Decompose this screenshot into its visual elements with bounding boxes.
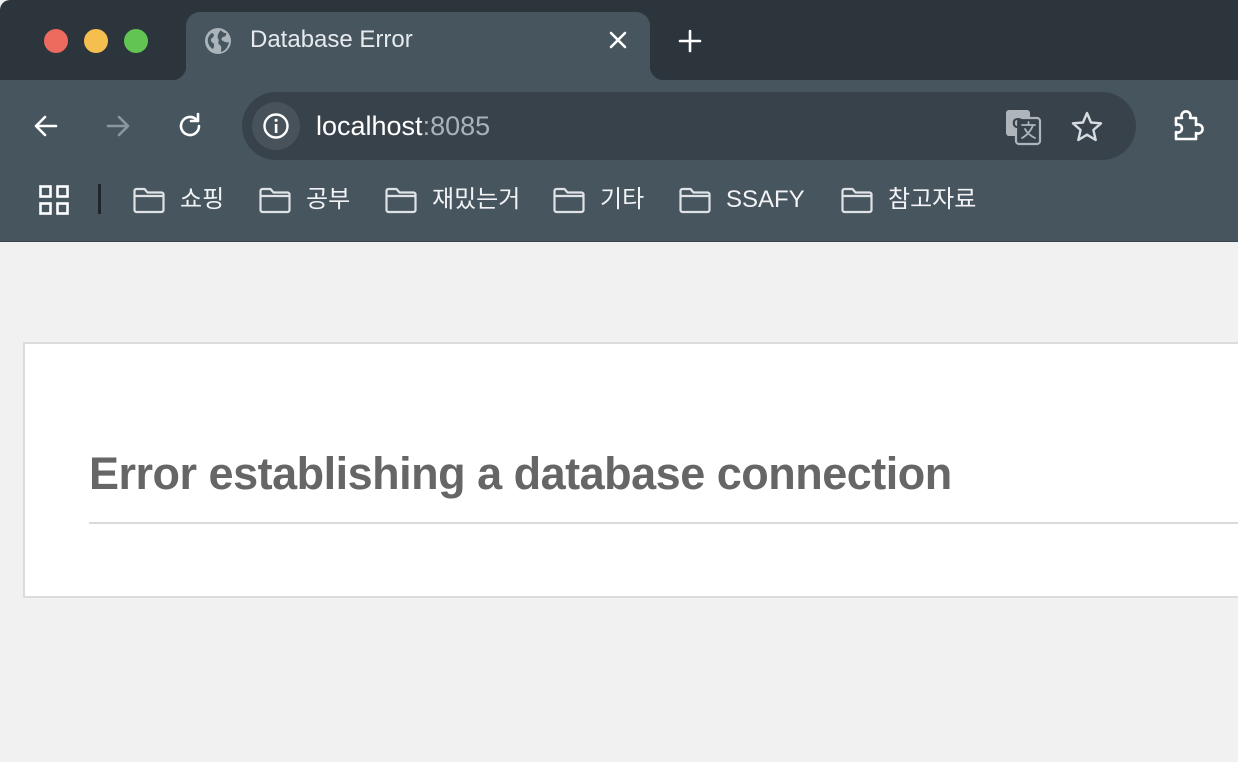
svg-text:G: G xyxy=(1012,115,1024,132)
translate-icon[interactable]: G xyxy=(1004,108,1042,146)
error-heading: Error establishing a database connection xyxy=(89,448,952,499)
info-icon xyxy=(263,113,289,139)
heading-divider xyxy=(89,522,1238,524)
apps-grid-icon[interactable] xyxy=(38,184,70,216)
folder-icon xyxy=(259,187,291,214)
bookmark-folder-fun[interactable]: 재밌는거 xyxy=(384,184,520,216)
folder-icon xyxy=(133,187,165,214)
site-info-button[interactable] xyxy=(252,102,300,150)
browser-toolbar: localhost:8085 G 쇼핑 공부 재밌는거 기타 SSAFY 참고자… xyxy=(0,80,1238,242)
new-tab-icon[interactable] xyxy=(676,27,704,55)
folder-icon xyxy=(553,187,585,214)
tab-strip: Database Error xyxy=(0,0,1238,80)
close-icon[interactable] xyxy=(606,28,630,52)
bookmark-folder-study[interactable]: 공부 xyxy=(258,184,350,216)
bookmark-label: 참고자료 xyxy=(888,186,977,213)
globe-icon xyxy=(205,28,231,54)
tab-title: Database Error xyxy=(250,26,413,53)
bookmark-folder-misc[interactable]: 기타 xyxy=(552,184,644,216)
folder-icon xyxy=(385,187,417,214)
bookmark-folder-ssafy[interactable]: SSAFY xyxy=(678,184,805,216)
star-icon[interactable] xyxy=(1070,110,1104,144)
folder-icon xyxy=(841,187,873,214)
folder-icon xyxy=(679,187,711,214)
bookmark-label: 공부 xyxy=(306,186,351,213)
reload-icon[interactable] xyxy=(174,110,206,142)
tab-database-error[interactable]: Database Error xyxy=(172,12,664,80)
bookmark-label: 쇼핑 xyxy=(180,186,225,213)
bookmark-label: 재밌는거 xyxy=(432,186,521,213)
window-close-button[interactable] xyxy=(44,29,68,53)
bookmark-folder-shopping[interactable]: 쇼핑 xyxy=(132,184,224,216)
url-host: localhost xyxy=(316,111,423,141)
window-minimize-button[interactable] xyxy=(84,29,108,53)
error-card: Error establishing a database connection xyxy=(23,342,1238,598)
arrow-left-icon[interactable] xyxy=(30,110,62,142)
url-port: :8085 xyxy=(422,111,491,141)
bookmark-label: 기타 xyxy=(600,186,645,213)
arrow-right-icon[interactable] xyxy=(102,110,134,142)
puzzle-icon[interactable] xyxy=(1170,108,1206,144)
url-text[interactable]: localhost:8085 xyxy=(316,110,490,142)
bookmarks-separator xyxy=(98,184,101,214)
bookmark-label: SSAFY xyxy=(726,186,805,213)
window-maximize-button[interactable] xyxy=(124,29,148,53)
bookmark-folder-references[interactable]: 참고자료 xyxy=(840,184,976,216)
address-bar[interactable]: localhost:8085 G xyxy=(242,92,1136,160)
